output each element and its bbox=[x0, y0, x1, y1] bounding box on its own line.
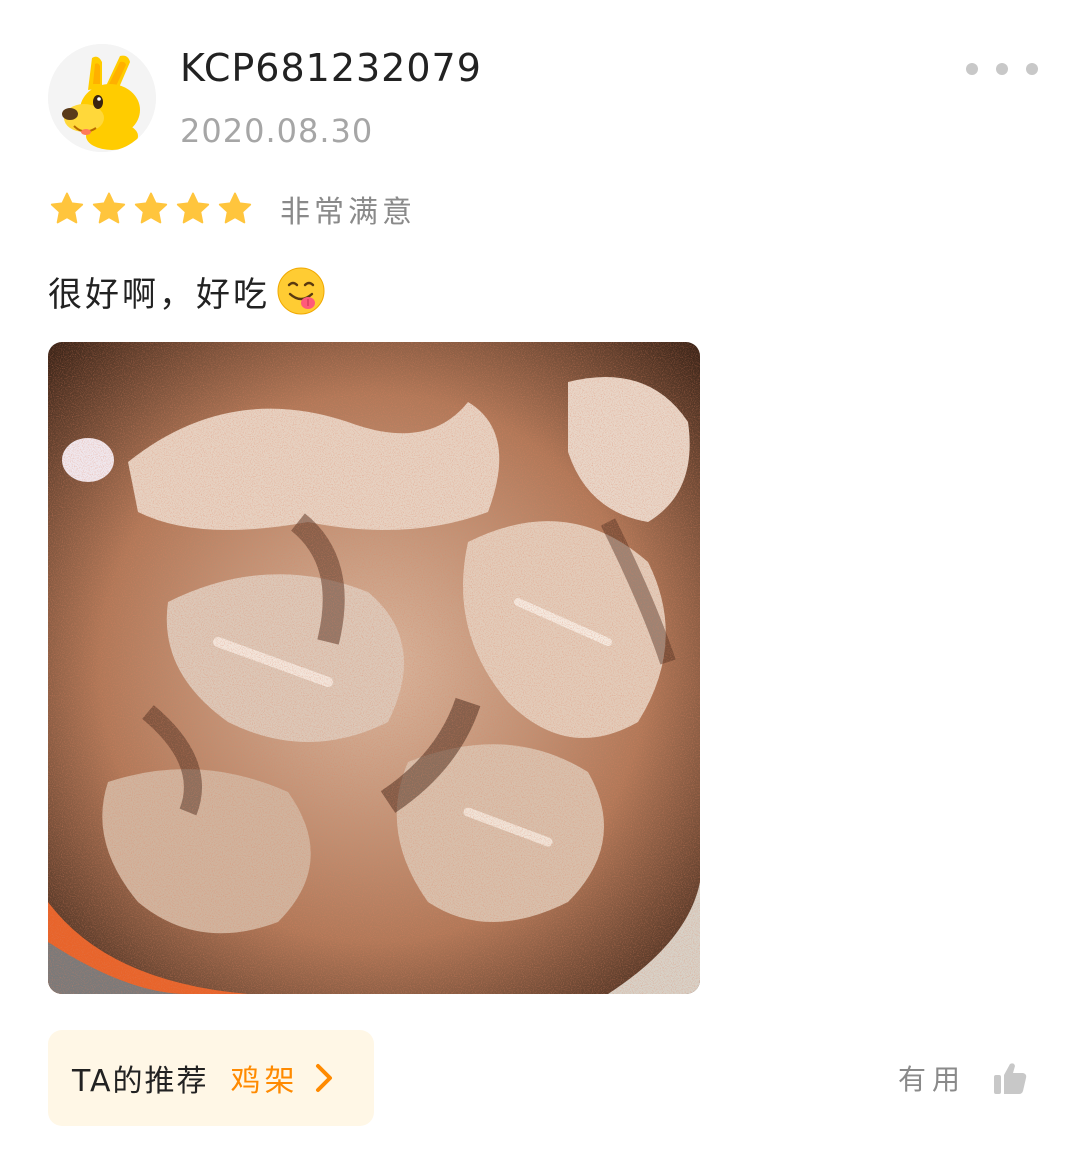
food-photo-image bbox=[48, 342, 700, 994]
yum-face-emoji-icon bbox=[277, 267, 325, 315]
useful-label: 有用 bbox=[898, 1063, 967, 1096]
rating-label: 非常满意 bbox=[280, 195, 416, 230]
username[interactable]: KCP681232079 bbox=[180, 46, 482, 90]
chevron-right-icon bbox=[315, 1064, 332, 1092]
kangaroo-mascot-icon bbox=[48, 44, 156, 152]
more-dot-icon bbox=[1026, 63, 1038, 75]
more-dot-icon bbox=[996, 63, 1008, 75]
review-photo[interactable] bbox=[48, 342, 700, 994]
review-text-row: 很好啊，好吃 bbox=[48, 266, 326, 316]
recommendation-label: TA的推荐 bbox=[72, 1064, 209, 1099]
star-icon bbox=[50, 192, 84, 224]
star-icon bbox=[134, 192, 168, 224]
recommended-item[interactable]: 鸡架 bbox=[231, 1056, 299, 1100]
star-icon bbox=[176, 192, 210, 224]
review-date: 2020.08.30 bbox=[180, 112, 374, 150]
star-rating bbox=[48, 190, 254, 228]
review-text: 很好啊，好吃 bbox=[48, 274, 270, 315]
rating-row: 非常满意 bbox=[48, 188, 416, 230]
more-options-button[interactable] bbox=[966, 58, 1038, 80]
avatar[interactable] bbox=[48, 44, 156, 152]
recommendation-chip[interactable]: TA的推荐 鸡架 bbox=[48, 1030, 374, 1126]
thumbs-up-icon bbox=[994, 1063, 1027, 1094]
star-icon bbox=[218, 192, 252, 224]
star-icon bbox=[92, 192, 126, 224]
more-dot-icon bbox=[966, 63, 978, 75]
useful-button[interactable]: 有用 bbox=[898, 1056, 1028, 1100]
